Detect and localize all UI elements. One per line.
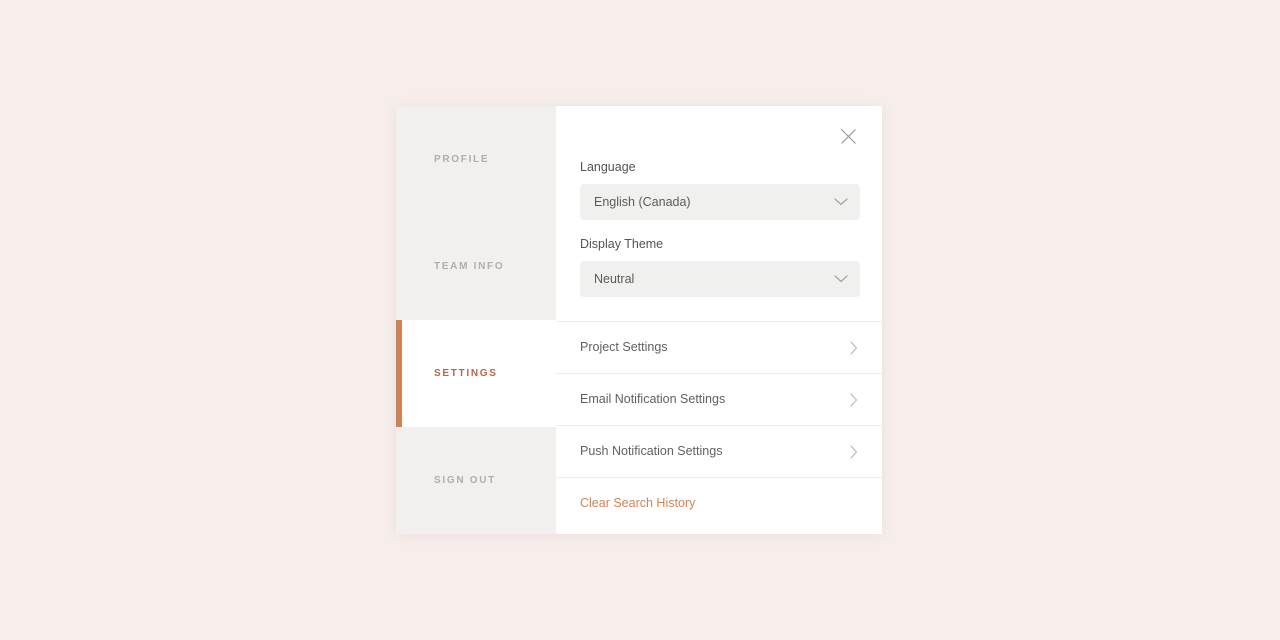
- row-project-settings[interactable]: Project Settings: [556, 321, 882, 373]
- row-label: Project Settings: [580, 340, 668, 355]
- sidebar-item-label: PROFILE: [434, 153, 490, 165]
- chevron-down-icon: [834, 198, 848, 207]
- settings-modal: PROFILE TEAM INFO SETTINGS SIGN OUT Lang…: [396, 106, 882, 534]
- language-select[interactable]: English (Canada): [580, 184, 860, 220]
- modal-content: Language English (Canada) Display Theme …: [556, 106, 882, 534]
- close-icon: [840, 128, 856, 144]
- display-theme-field: Display Theme Neutral: [580, 237, 860, 297]
- active-accent-bar: [396, 320, 402, 427]
- display-theme-select[interactable]: Neutral: [580, 261, 860, 297]
- language-field: Language English (Canada): [580, 160, 860, 220]
- language-select-value: English (Canada): [594, 194, 691, 209]
- settings-row-list: Project Settings Email Notification Sett…: [556, 321, 882, 534]
- sidebar-item-label: SETTINGS: [434, 367, 498, 379]
- sidebar-item-team-info[interactable]: TEAM INFO: [396, 213, 556, 320]
- chevron-right-icon: [850, 340, 858, 355]
- sidebar-item-label: SIGN OUT: [434, 474, 496, 486]
- close-button[interactable]: [836, 124, 860, 148]
- display-theme-label: Display Theme: [580, 237, 664, 251]
- row-label: Clear Search History: [580, 496, 696, 511]
- chevron-down-icon: [834, 275, 848, 284]
- chevron-right-icon: [850, 444, 858, 459]
- sidebar-item-settings[interactable]: SETTINGS: [396, 320, 556, 427]
- sidebar-item-sign-out[interactable]: SIGN OUT: [396, 427, 556, 534]
- preferences-form: Language English (Canada) Display Theme …: [556, 106, 882, 297]
- row-label: Email Notification Settings: [580, 392, 726, 407]
- sidebar-item-label: TEAM INFO: [434, 260, 505, 272]
- row-clear-search-history[interactable]: Clear Search History: [556, 477, 882, 529]
- chevron-right-icon: [850, 392, 858, 407]
- display-theme-select-value: Neutral: [594, 271, 635, 286]
- row-label: Push Notification Settings: [580, 444, 723, 459]
- row-push-notification-settings[interactable]: Push Notification Settings: [556, 425, 882, 477]
- row-email-notification-settings[interactable]: Email Notification Settings: [556, 373, 882, 425]
- modal-sidebar: PROFILE TEAM INFO SETTINGS SIGN OUT: [396, 106, 556, 534]
- sidebar-item-profile[interactable]: PROFILE: [396, 106, 556, 213]
- language-label: Language: [580, 160, 636, 174]
- page-background: PROFILE TEAM INFO SETTINGS SIGN OUT Lang…: [0, 0, 1280, 640]
